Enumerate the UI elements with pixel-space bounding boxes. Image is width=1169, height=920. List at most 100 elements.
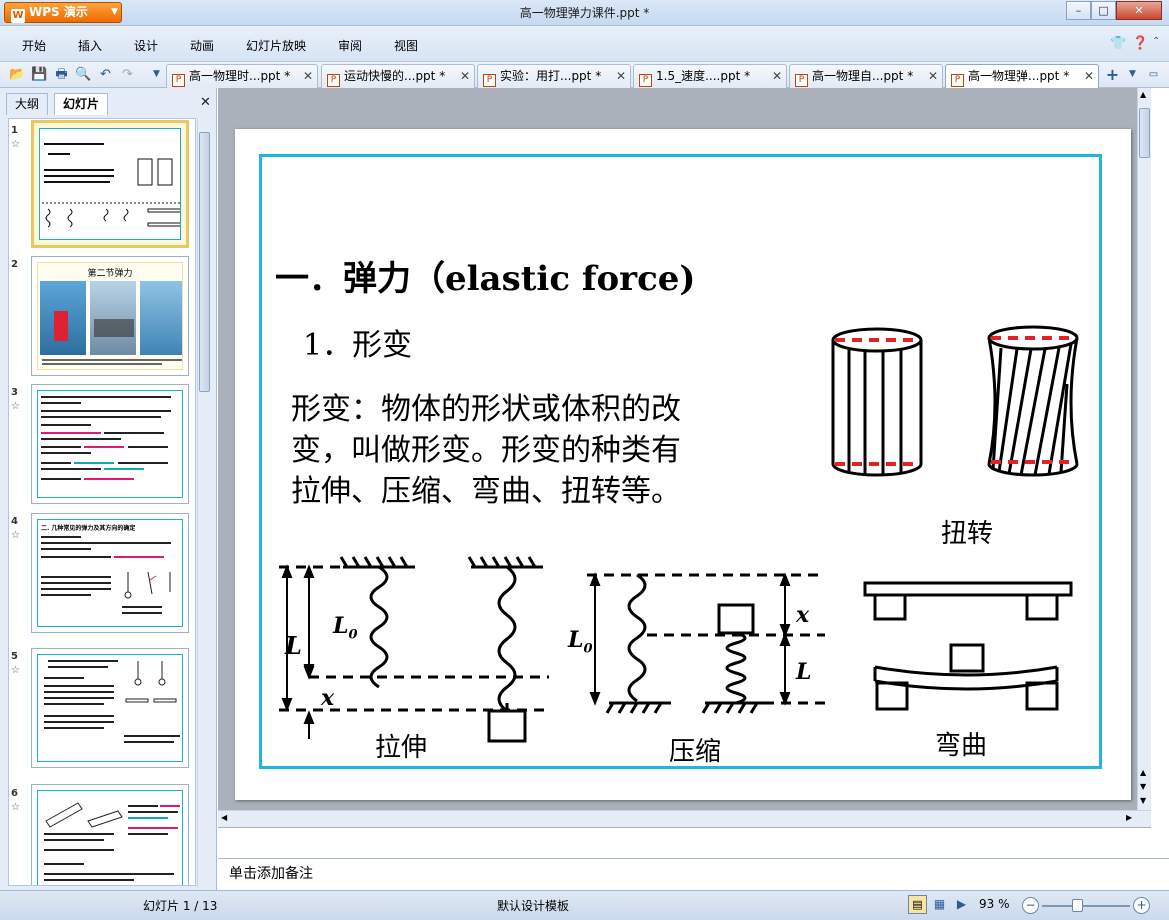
slide-horizontal-scrollbar[interactable]: ◀ ▶ bbox=[218, 810, 1151, 827]
scroll-right-icon[interactable]: ▶ bbox=[1126, 813, 1132, 822]
slide-subtitle[interactable]: 1．形变 bbox=[303, 320, 412, 364]
new-tab-button[interactable]: + bbox=[1104, 66, 1121, 83]
zoom-out-button[interactable]: − bbox=[1022, 897, 1039, 914]
doc-tab-5[interactable]: P 高一物理自...ppt * ✕ bbox=[789, 64, 943, 88]
scroll-prev-slide-icon[interactable]: ▲ bbox=[1140, 768, 1146, 777]
menu-home[interactable]: 开始 bbox=[22, 37, 46, 54]
doc-tab-label: 运动快慢的...ppt * bbox=[344, 69, 446, 83]
print-icon[interactable]: 🖶 bbox=[53, 66, 70, 83]
photo-diver-image bbox=[140, 281, 182, 355]
thumb-4-title: 二. 几种常见的弹力及其方向的确定 bbox=[41, 525, 136, 532]
restore-tab-icon[interactable]: ▭ bbox=[1145, 66, 1162, 83]
thumb-number: 1 bbox=[11, 125, 18, 136]
ppt-file-icon: P bbox=[172, 74, 185, 87]
zoom-slider-handle[interactable] bbox=[1072, 899, 1083, 912]
menu-review[interactable]: 审阅 bbox=[338, 37, 362, 54]
tab-outline[interactable]: 大纲 bbox=[6, 93, 49, 115]
animation-star-icon: ☆ bbox=[11, 530, 20, 541]
wps-app-label: WPS 演示 bbox=[29, 5, 88, 19]
wps-app-menu-button[interactable]: W WPS 演示 ▼ bbox=[4, 2, 122, 23]
menu-view[interactable]: 视图 bbox=[394, 37, 418, 54]
doc-tab-6-active[interactable]: P 高一物理弹...ppt * ✕ bbox=[945, 64, 1099, 89]
menu-design[interactable]: 设计 bbox=[134, 37, 158, 54]
doc-tab-1[interactable]: P 高一物理时...ppt * ✕ bbox=[166, 64, 318, 88]
thumb-number: 2 bbox=[11, 259, 18, 270]
ribbon-expand-icon[interactable]: ⌃ bbox=[1152, 36, 1160, 47]
slide-sorter-icon[interactable]: ▦ bbox=[930, 895, 949, 914]
label-L0-sub: 0 bbox=[348, 627, 358, 643]
doc-tab-4[interactable]: P 1.5_速度....ppt * ✕ bbox=[633, 64, 787, 88]
doc-tab-label: 高一物理弹...ppt * bbox=[968, 69, 1070, 83]
close-button[interactable]: ✕ bbox=[1116, 1, 1162, 20]
tab-slides[interactable]: 幻灯片 bbox=[54, 93, 109, 115]
thumb-content bbox=[37, 654, 183, 762]
body-line: 拉伸、压缩、弯曲、扭转等。 bbox=[291, 474, 681, 509]
thumbnail-slide-1[interactable] bbox=[31, 120, 189, 248]
scrollbar-thumb[interactable] bbox=[1139, 108, 1150, 158]
tab-close-icon[interactable]: ✕ bbox=[772, 65, 782, 87]
thumbnail-slide-3[interactable] bbox=[31, 384, 189, 504]
scroll-down-icon[interactable]: ▼ bbox=[1140, 796, 1146, 805]
menu-insert[interactable]: 插入 bbox=[78, 37, 102, 54]
menu-slideshow[interactable]: 幻灯片放映 bbox=[246, 37, 306, 54]
print-preview-icon[interactable]: 🔍 bbox=[75, 66, 92, 83]
maximize-button[interactable]: □ bbox=[1091, 1, 1116, 20]
tab-list-dropdown-icon[interactable]: ▼ bbox=[1124, 66, 1141, 83]
quick-toolbar: 📂 💾 🖶 🔍 ↶ ↷ ▼ P 高一物理时...ppt * ✕ P 运动快慢的...p… bbox=[0, 62, 1169, 89]
title-bar: 高一物理弹力课件.ppt * W WPS 演示 ▼ – □ ✕ bbox=[0, 0, 1169, 26]
thumb-number: 6 bbox=[11, 788, 18, 799]
tab-close-icon[interactable]: ✕ bbox=[1084, 65, 1094, 87]
label-stretch: 拉伸 bbox=[375, 733, 428, 763]
normal-view-icon[interactable]: ▤ bbox=[908, 895, 927, 914]
zoom-in-button[interactable]: + bbox=[1133, 897, 1150, 914]
bend-beam-figure bbox=[863, 581, 1073, 711]
slideshow-view-icon[interactable]: ▶ bbox=[952, 895, 971, 914]
animation-star-icon: ☆ bbox=[11, 802, 20, 813]
help-icon[interactable]: ❓ bbox=[1132, 36, 1148, 51]
minimize-button[interactable]: – bbox=[1066, 1, 1091, 20]
scroll-left-icon[interactable]: ◀ bbox=[221, 813, 227, 822]
tab-close-icon[interactable]: ✕ bbox=[303, 65, 313, 87]
skin-shirt-icon[interactable]: 👕 bbox=[1110, 36, 1126, 51]
body-line: 形变：物体的形状或体积的改 bbox=[291, 392, 681, 427]
tab-close-icon[interactable]: ✕ bbox=[928, 65, 938, 87]
wps-logo-icon: W bbox=[11, 9, 25, 23]
thumbnail-slide-2[interactable]: 第二节弹力 bbox=[31, 256, 189, 376]
tab-close-icon[interactable]: ✕ bbox=[460, 65, 470, 87]
thumbnail-slide-6[interactable] bbox=[31, 784, 189, 885]
redo-icon[interactable]: ↷ bbox=[119, 66, 136, 83]
label-L0-stretch: L0 bbox=[333, 613, 358, 642]
doc-tab-3[interactable]: P 实验：用打...ppt * ✕ bbox=[477, 64, 631, 88]
ppt-file-icon: P bbox=[483, 74, 496, 87]
open-folder-icon[interactable]: 📂 bbox=[9, 66, 26, 83]
doc-tab-2[interactable]: P 运动快慢的...ppt * ✕ bbox=[321, 64, 475, 88]
scrollbar-thumb[interactable] bbox=[199, 132, 210, 392]
photo-archer-image bbox=[40, 281, 86, 355]
slide-canvas-area: 一．弹力（elastic force) 1．形变 形变：物体的形状或体积的改 变… bbox=[218, 88, 1151, 828]
slide-title[interactable]: 一．弹力（elastic force) bbox=[275, 251, 696, 300]
slide-body-text[interactable]: 形变：物体的形状或体积的改 变，叫做形变。形变的种类有 拉伸、压缩、弯曲、扭转等… bbox=[291, 389, 681, 512]
label-twist: 扭转 bbox=[941, 519, 994, 549]
label-L0-main: L bbox=[568, 627, 584, 653]
notes-field[interactable]: 单击添加备注 bbox=[218, 858, 1169, 890]
thumbnail-slide-4[interactable]: 二. 几种常见的弹力及其方向的确定 bbox=[31, 513, 189, 633]
scroll-up-icon[interactable]: ▲ bbox=[1140, 90, 1146, 99]
label-L-stretch: L bbox=[285, 631, 302, 660]
thumbnail-scrollbar[interactable] bbox=[197, 118, 211, 888]
menu-animation[interactable]: 动画 bbox=[190, 37, 214, 54]
current-slide[interactable]: 一．弹力（elastic force) 1．形变 形变：物体的形状或体积的改 变… bbox=[235, 129, 1131, 800]
slide-vertical-scrollbar[interactable]: ▲ ▲ ▼ ▼ bbox=[1137, 88, 1151, 810]
ppt-file-icon: P bbox=[639, 74, 652, 87]
undo-icon[interactable]: ↶ bbox=[97, 66, 114, 83]
thumbnail-slide-5[interactable] bbox=[31, 648, 189, 768]
scroll-next-slide-icon[interactable]: ▼ bbox=[1140, 782, 1146, 791]
tab-close-icon[interactable]: ✕ bbox=[616, 65, 626, 87]
zoom-slider-track[interactable] bbox=[1042, 905, 1130, 907]
status-bar: 幻灯片 1 / 13 默认设计模板 ▤ ▦ ▶ 93 % − + bbox=[0, 890, 1169, 920]
menu-bar: 开始 插入 设计 动画 幻灯片放映 审阅 视图 👕 ❓ ⌃ bbox=[0, 26, 1169, 62]
compress-spring-figure bbox=[587, 572, 825, 714]
toolbar-dropdown-icon[interactable]: ▼ bbox=[148, 66, 165, 83]
panel-close-icon[interactable]: ✕ bbox=[200, 95, 211, 110]
save-icon[interactable]: 💾 bbox=[31, 66, 48, 83]
label-L0-compress: L0 bbox=[568, 627, 593, 656]
